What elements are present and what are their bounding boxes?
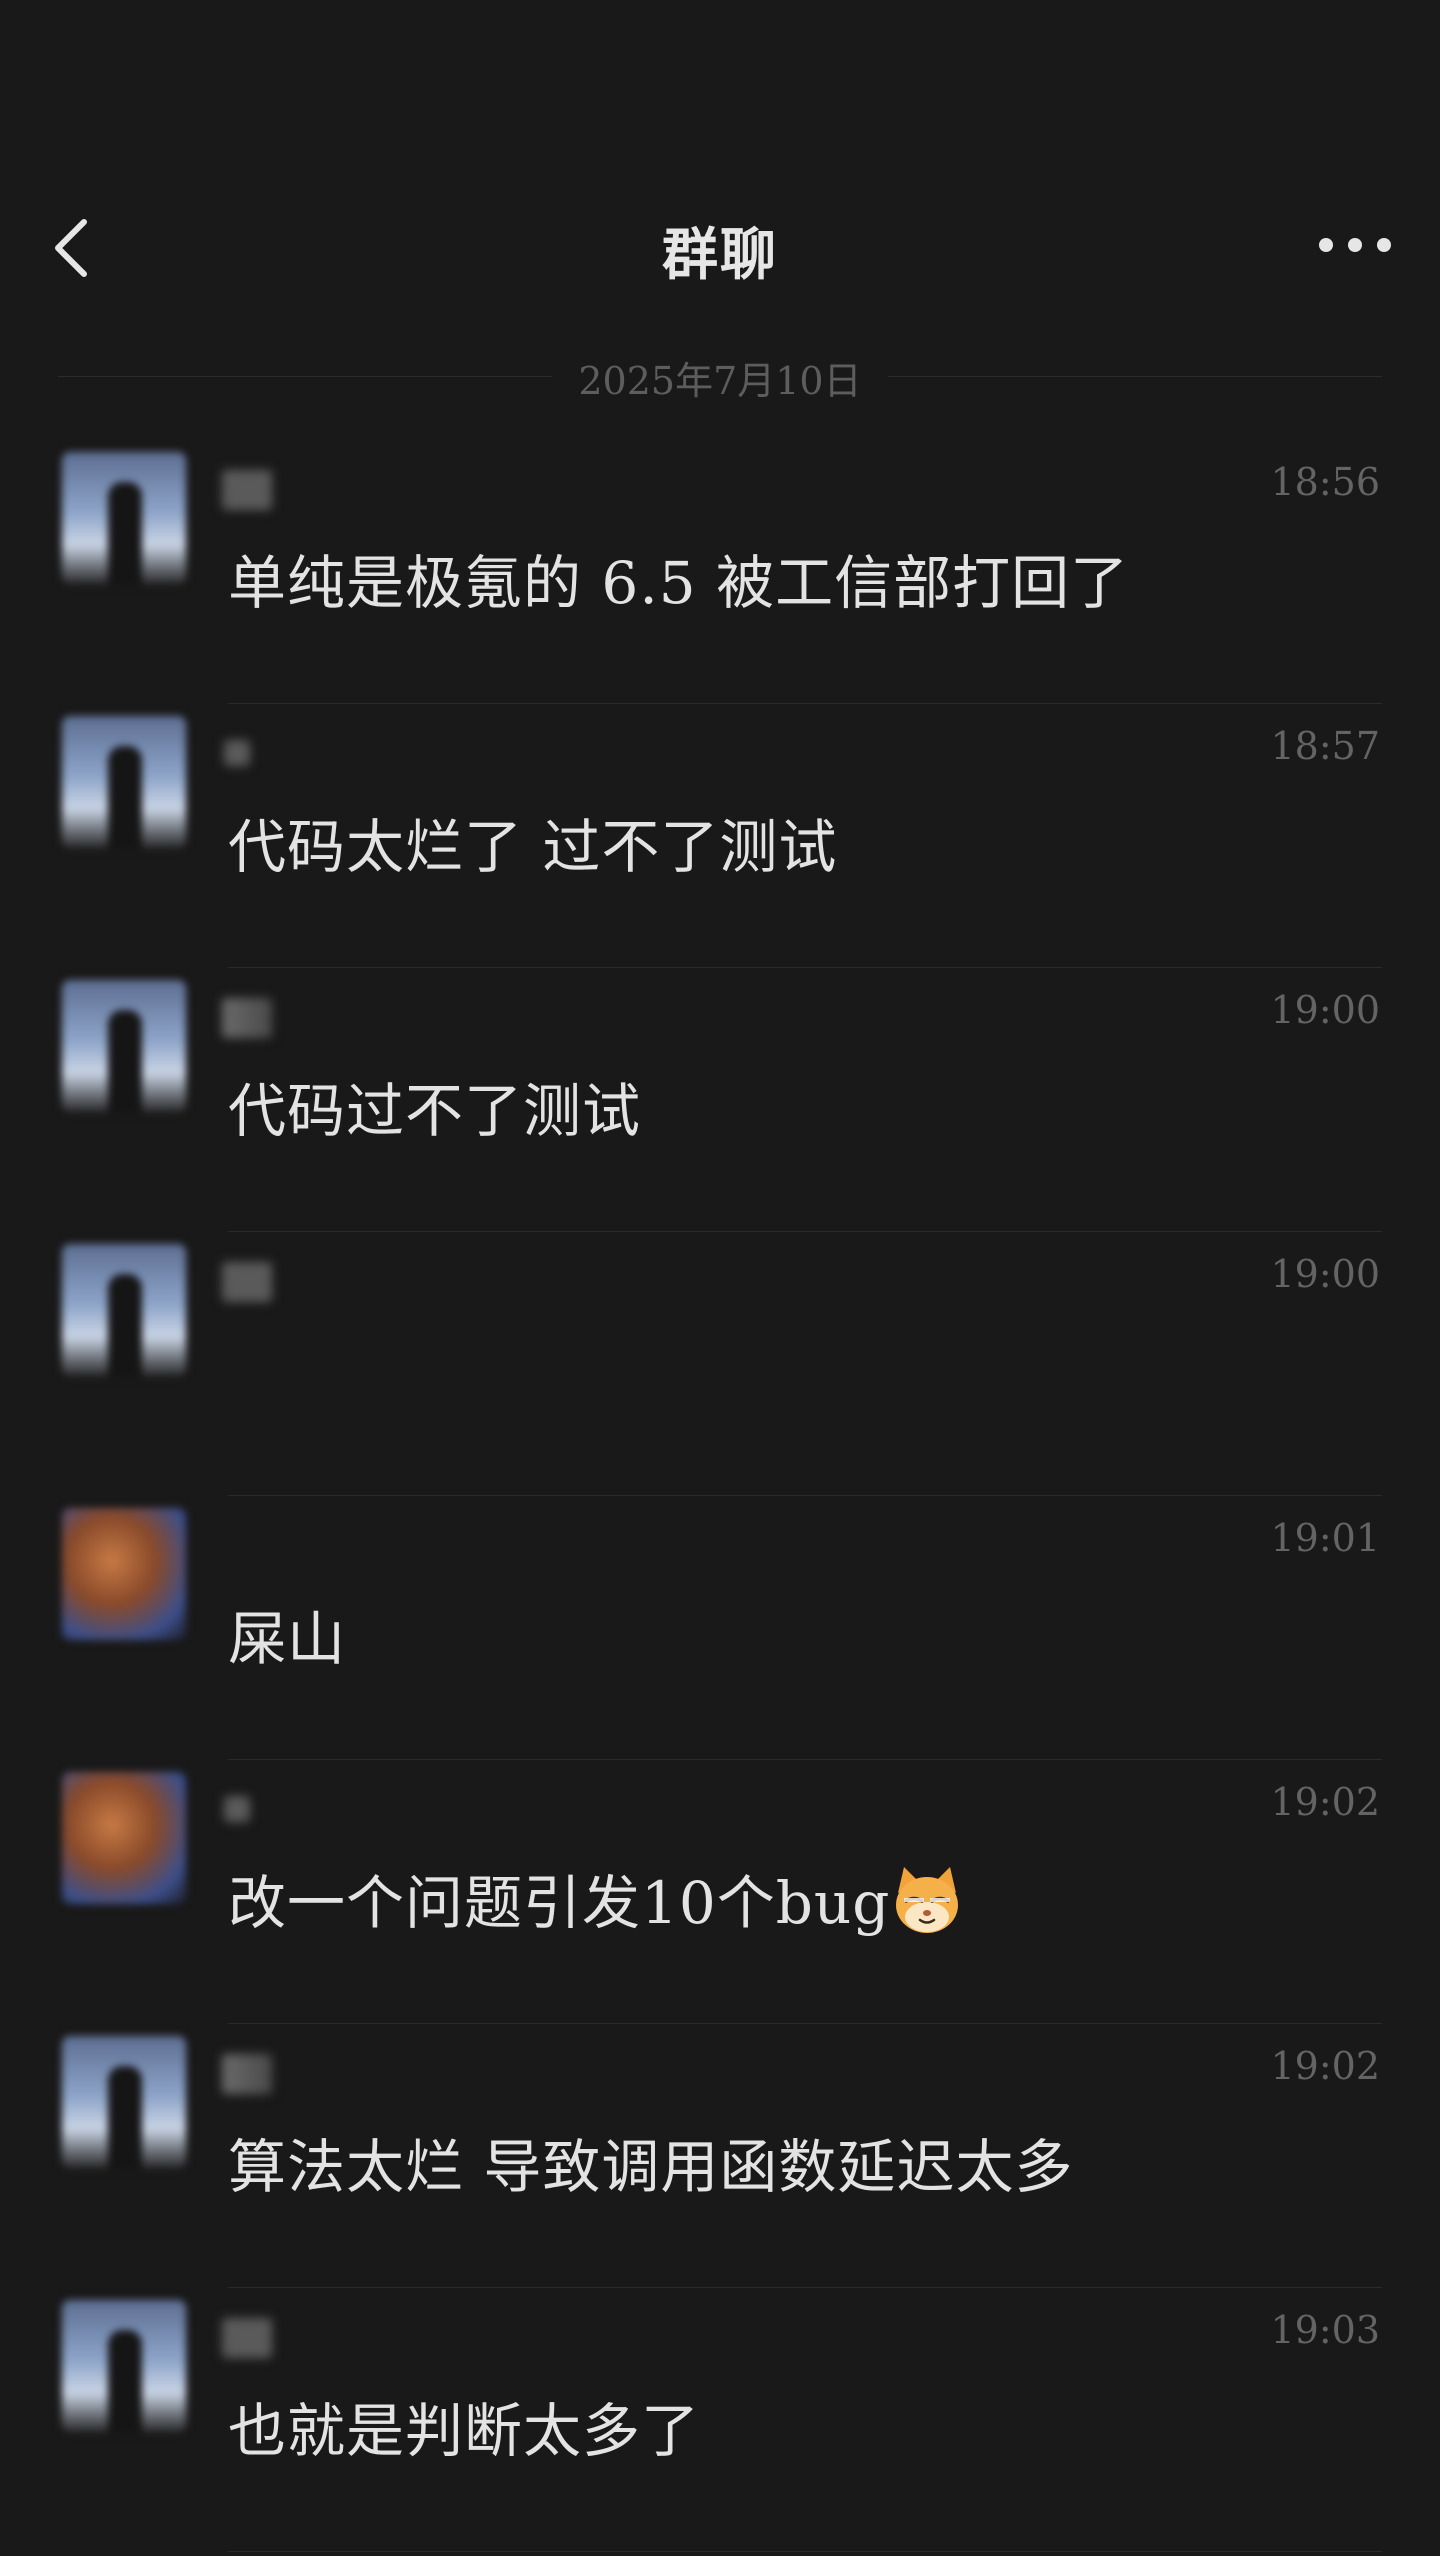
sender-name-blurred (222, 2054, 272, 2094)
date-label: 2025年7月10日 (578, 359, 862, 403)
avatar[interactable] (62, 1244, 186, 1376)
avatar[interactable] (62, 452, 186, 584)
date-divider-line (888, 376, 1382, 377)
message-text: 屎山 (228, 1605, 347, 1673)
message-item[interactable]: 19:03 也就是判断太多了 (0, 2288, 1440, 2552)
message-item[interactable]: 19:00 代码过不了测试 (0, 968, 1440, 1232)
message-time: 19:02 (1270, 2044, 1380, 2088)
message-text: 代码太烂了 过不了测试 (228, 813, 838, 881)
avatar[interactable] (62, 1508, 186, 1640)
message-text: 也就是判断太多了 (228, 2397, 701, 2465)
message-time: 19:00 (1270, 1252, 1380, 1296)
avatar[interactable] (62, 2036, 186, 2168)
message-text: 单纯是极氪的 6.5 被工信部打回了 (228, 549, 1130, 617)
status-bar-area (0, 0, 1440, 170)
sender-name-blurred (222, 2318, 272, 2358)
avatar[interactable] (62, 980, 186, 1112)
message-list: 18:56 单纯是极氪的 6.5 被工信部打回了 18:57 代码太烂了 过不了… (0, 440, 1440, 2552)
sender-name-blurred (224, 1796, 250, 1822)
sender-name-blurred (222, 470, 272, 510)
chat-header: 群聊 (0, 170, 1440, 320)
message-time: 18:57 (1270, 724, 1380, 768)
avatar[interactable] (62, 716, 186, 848)
message-text: 算法太烂 导致调用函数延迟太多 (228, 2133, 1074, 2201)
message-time: 18:56 (1270, 460, 1380, 504)
message-time: 19:00 (1270, 988, 1380, 1032)
message-item[interactable]: 18:57 代码太烂了 过不了测试 (0, 704, 1440, 968)
message-divider (228, 2551, 1382, 2552)
sender-name-blurred (222, 1262, 272, 1302)
avatar[interactable] (62, 1772, 186, 1904)
message-time: 19:03 (1270, 2308, 1380, 2352)
message-text: 代码过不了测试 (228, 1077, 642, 1145)
message-content: 改一个问题引发10个bug (228, 1856, 964, 1940)
message-item[interactable]: 18:56 单纯是极氪的 6.5 被工信部打回了 (0, 440, 1440, 704)
cat-face-emoji-icon (896, 1867, 959, 1933)
message-time: 19:01 (1270, 1516, 1380, 1560)
sender-name-blurred (222, 998, 272, 1038)
more-button[interactable] (1310, 210, 1400, 280)
message-time: 19:02 (1270, 1780, 1380, 1824)
date-divider: 2025年7月10日 (58, 350, 1382, 406)
message-item[interactable]: 19:01 屎山 (0, 1496, 1440, 1760)
avatar[interactable] (62, 2300, 186, 2432)
sender-name-blurred (224, 740, 250, 766)
chat-title: 群聊 (662, 222, 778, 288)
message-item[interactable]: 19:00 (0, 1232, 1440, 1496)
more-dots-icon (1319, 238, 1391, 252)
message-item[interactable]: 19:02 改一个问题引发10个bug (0, 1760, 1440, 2024)
message-item[interactable]: 19:02 算法太烂 导致调用函数延迟太多 (0, 2024, 1440, 2288)
message-text: 改一个问题引发10个bug (228, 1869, 891, 1937)
